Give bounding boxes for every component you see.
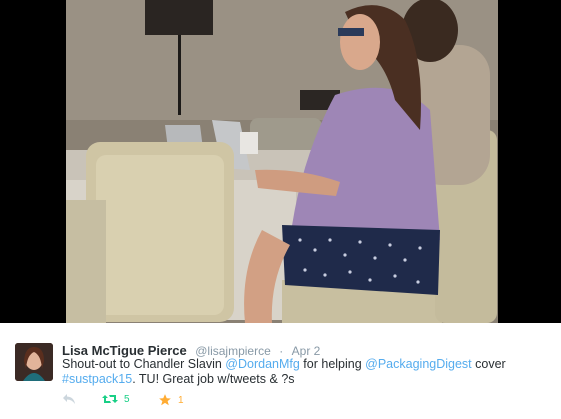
retweet-button[interactable]: 5	[102, 393, 130, 405]
reply-icon	[63, 394, 75, 404]
conference-photo	[0, 0, 561, 323]
text-segment: for helping	[299, 357, 366, 371]
retweet-count: 5	[124, 393, 130, 405]
retweet-icon	[102, 395, 118, 403]
tweet-photo[interactable]	[0, 0, 561, 323]
text-segment: cover	[471, 357, 506, 371]
avatar-image	[15, 343, 53, 381]
text-segment: Shout-out to Chandler Slavin	[62, 357, 226, 371]
favorite-count: 1	[178, 394, 184, 406]
mention-packagingdigest[interactable]: @PackagingDigest	[365, 357, 472, 371]
header-separator: ·	[279, 344, 284, 358]
author-name[interactable]: Lisa McTigue Pierce	[62, 343, 187, 358]
favorite-button[interactable]: 1	[158, 393, 184, 407]
reply-button[interactable]	[62, 393, 76, 405]
mention-dordanmfg[interactable]: @DordanMfg	[225, 357, 300, 371]
text-segment: . TU! Great job w/tweets & ?s	[132, 372, 295, 386]
author-handle[interactable]: @lisajmpierce	[195, 344, 271, 358]
star-icon	[159, 394, 171, 406]
hashtag-sustpack15[interactable]: #sustpack15	[62, 372, 132, 386]
avatar[interactable]	[15, 343, 53, 381]
tweet-text: Shout-out to Chandler Slavin @DordanMfg …	[62, 357, 552, 387]
tweet-date[interactable]: Apr 2	[292, 344, 321, 358]
tweet-actions: 5 1	[62, 393, 362, 409]
